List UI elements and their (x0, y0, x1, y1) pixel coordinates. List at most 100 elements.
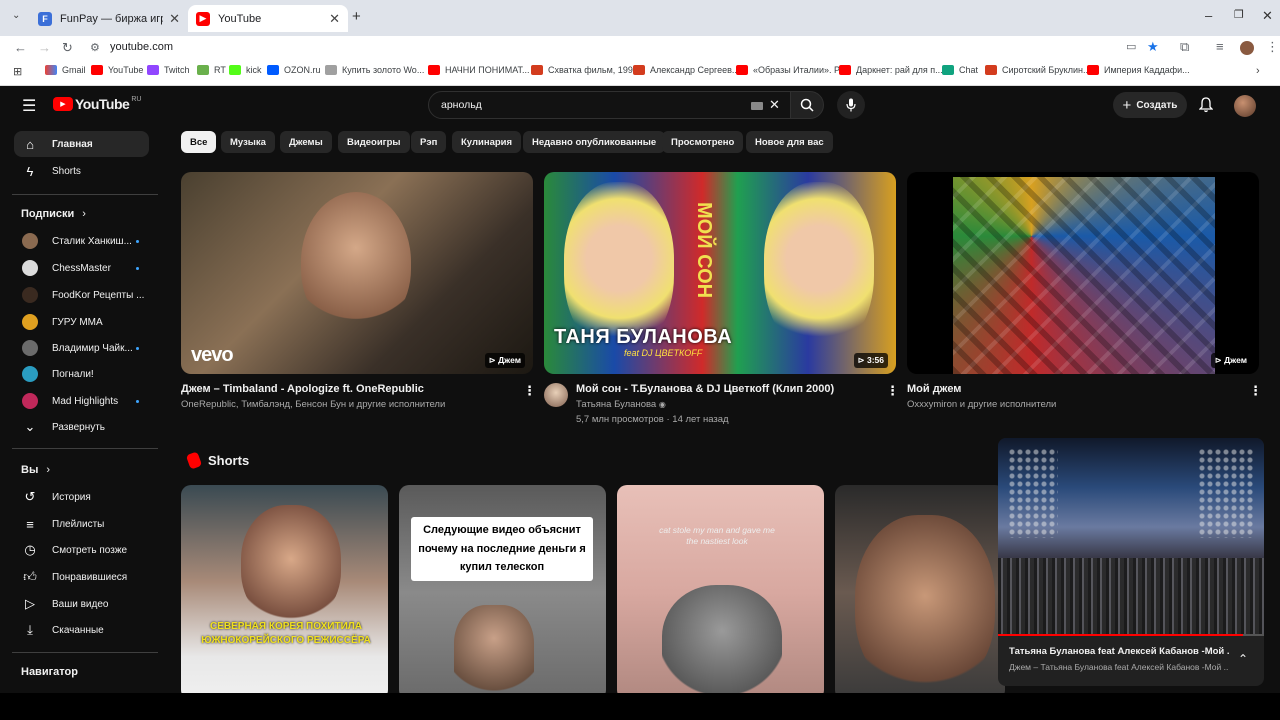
restore-icon[interactable]: ❐ (1234, 8, 1244, 21)
chip-new-for-you[interactable]: Новое для вас (746, 131, 833, 153)
tab-youtube[interactable]: ▶ YouTube ✕ (188, 5, 348, 32)
create-button[interactable]: + Создать (1113, 92, 1187, 118)
miniplayer-progress-track[interactable] (998, 634, 1264, 636)
video-title[interactable]: Джем – Timbaland - Apologize ft. OneRepu… (181, 383, 424, 395)
more-actions-icon[interactable]: ⋮ (1249, 383, 1262, 399)
video-meta[interactable]: OneRepublic, Тимбалэнд, Бенсон Бун и дру… (181, 399, 445, 410)
subscription-item[interactable]: Сталик Ханкиш... (14, 228, 149, 254)
video-meta[interactable]: Oxxxymiron и другие исполнители (907, 399, 1056, 410)
voice-search-button[interactable] (837, 91, 865, 119)
funpay-favicon-icon: F (38, 11, 52, 26)
sidebar-item-shorts[interactable]: ϟ Shorts (14, 158, 149, 184)
new-tab-button[interactable]: + (352, 8, 361, 25)
bookmark-nachni[interactable]: НАЧНИ ПОНИМАТ... (428, 65, 530, 75)
profile-avatar[interactable] (1240, 41, 1254, 55)
minimize-icon[interactable]: – (1205, 8, 1212, 23)
window-close-icon[interactable]: ✕ (1262, 8, 1273, 24)
expand-subscriptions[interactable]: ⌄ Развернуть (14, 414, 149, 440)
video-title[interactable]: Мой сон - Т.Буланова & DJ Цветкoff (Клип… (576, 383, 834, 395)
forward-icon[interactable]: → (38, 40, 51, 55)
new-content-dot (136, 346, 139, 350)
tab-search-icon[interactable]: ⌄ (12, 10, 20, 21)
more-actions-icon[interactable]: ⋮ (523, 383, 536, 399)
video-thumbnail[interactable]: МОЙ СОН ТАНЯ БУЛАНОВА feat DJ ЦВЕТКОFF ⊳… (544, 172, 896, 374)
chip-watched[interactable]: Просмотрено (662, 131, 744, 153)
search-box[interactable]: арнольд ✕ (428, 91, 791, 119)
chip-cooking[interactable]: Кулинария (452, 131, 522, 153)
search-button[interactable] (790, 91, 824, 119)
more-bookmarks-icon[interactable]: › (1256, 65, 1260, 77)
install-icon[interactable]: ▭ (1126, 40, 1136, 53)
sidebar-item-watch-later[interactable]: ◷ Смотреть позже (14, 537, 149, 563)
sidebar-item-downloads[interactable]: ⤓ Скачанные (14, 617, 149, 643)
bookmark-brooklyn[interactable]: Сиротский Бруклин... (985, 65, 1090, 75)
keyboard-icon[interactable] (751, 102, 763, 110)
youtube-logo[interactable]: ▶ YouTube RU (53, 96, 141, 112)
bookmark-kick[interactable]: kick (229, 65, 262, 75)
menu-hamburger-icon[interactable]: ☰ (22, 96, 36, 116)
sidebar-item-home[interactable]: ⌂ Главная (14, 131, 149, 157)
sidebar-item-playlists[interactable]: ≡ Плейлисты (14, 511, 149, 537)
video-title[interactable]: Мой джем (907, 383, 961, 395)
bookmark-sergeev[interactable]: Александр Сергеев... (633, 65, 739, 75)
short-card[interactable]: СЕВЕРНАЯ КОРЕЯ ПОХИТИЛА ЮЖНОКОРЕЙСКОГО Р… (181, 485, 388, 700)
chip-all[interactable]: Все (181, 131, 217, 153)
miniplayer-title[interactable]: Татьяна Буланова feat Алексей Кабанов -М… (1009, 646, 1229, 657)
subscription-item[interactable]: Погнали! (14, 361, 149, 387)
subscription-item[interactable]: Владимир Чайк... (14, 335, 149, 361)
video-thumbnail[interactable]: vevo ⊳ Джем (181, 172, 533, 374)
apps-grid-icon[interactable]: ⊞ (13, 65, 22, 78)
bookmark-youtube[interactable]: YouTube (91, 65, 143, 75)
sidebar-item-history[interactable]: ↺ История (14, 484, 149, 510)
tab-funpay[interactable]: F FunPay — биржа игровых цен ✕ (30, 5, 188, 32)
more-actions-icon[interactable]: ⋮ (886, 383, 899, 399)
sidebar-item-liked[interactable]: 👍︎ Понравившиеся (14, 564, 149, 590)
close-tab-icon[interactable]: ✕ (329, 11, 340, 27)
channel-name[interactable]: Татьяна Буланова ◉ (576, 399, 666, 410)
search-input[interactable]: арнольд (441, 99, 482, 111)
extensions-icon[interactable]: ⧉ (1180, 39, 1189, 55)
close-tab-icon[interactable]: ✕ (169, 11, 180, 27)
subscription-item[interactable]: FoodKor Рецепты ... (14, 282, 149, 308)
miniplayer[interactable]: Татьяна Буланова feat Алексей Кабанов -М… (998, 438, 1264, 686)
chip-jams[interactable]: Джемы (280, 131, 332, 153)
chip-videogames[interactable]: Видеоигры (338, 131, 410, 153)
channel-avatar[interactable] (544, 383, 568, 407)
you-heading[interactable]: Вы › (21, 464, 50, 476)
short-card[interactable]: Следующие видео объяснит почему на после… (399, 485, 606, 700)
sidebar-item-your-videos[interactable]: ▷ Ваши видео (14, 591, 149, 617)
bookmark-chat[interactable]: Chat (942, 65, 978, 75)
youtube-favicon-icon: ▶ (196, 11, 210, 26)
bookmark-gaddafi[interactable]: Империя Каддафи... (1087, 65, 1190, 75)
bookmark-ozon[interactable]: OZON.ru (267, 65, 321, 75)
expand-chevron-icon[interactable]: ⌃ (1238, 652, 1248, 666)
browser-menu-icon[interactable]: ⋮ (1266, 39, 1279, 55)
notifications-bell-icon[interactable] (1199, 97, 1213, 113)
reload-icon[interactable]: ↻ (62, 40, 73, 56)
bookmark-skhvatka[interactable]: Схватка фильм, 199... (531, 65, 640, 75)
video-thumbnail[interactable]: ⊳ Джем (907, 172, 1259, 374)
media-control-icon[interactable]: ≡ (1216, 39, 1224, 54)
bookmark-rt[interactable]: RT (197, 65, 226, 75)
chip-rap[interactable]: Рэп (411, 131, 447, 153)
subscriptions-heading[interactable]: Подписки › (21, 208, 86, 220)
bookmark-gold[interactable]: Купить золото Wo... (325, 65, 424, 75)
bookmark-twitch[interactable]: Twitch (147, 65, 190, 75)
miniplayer-video[interactable] (998, 438, 1264, 636)
short-card[interactable] (835, 485, 1005, 700)
chip-music[interactable]: Музыка (221, 131, 275, 153)
clear-search-icon[interactable]: ✕ (769, 97, 780, 113)
subscription-item[interactable]: Mad Highlights (14, 388, 149, 414)
bookmark-italy[interactable]: «Образы Италии». Р... (736, 65, 846, 75)
chip-recent[interactable]: Недавно опубликованные (523, 131, 666, 153)
subscription-item[interactable]: ГУРУ ММА (14, 309, 149, 335)
bookmark-gmail[interactable]: Gmail (45, 65, 86, 75)
back-icon[interactable]: ← (14, 40, 27, 55)
account-avatar[interactable] (1234, 95, 1256, 117)
site-info-icon[interactable]: ⚙ (90, 41, 100, 54)
url-field[interactable]: youtube.com (110, 41, 173, 53)
subscription-item[interactable]: ChessMaster (14, 255, 149, 281)
bookmark-darknet[interactable]: Даркнет: рай для п... (839, 65, 943, 75)
short-card[interactable]: cat stole my man and gave me the nasties… (617, 485, 824, 700)
bookmark-star-icon[interactable]: ★ (1147, 39, 1159, 55)
